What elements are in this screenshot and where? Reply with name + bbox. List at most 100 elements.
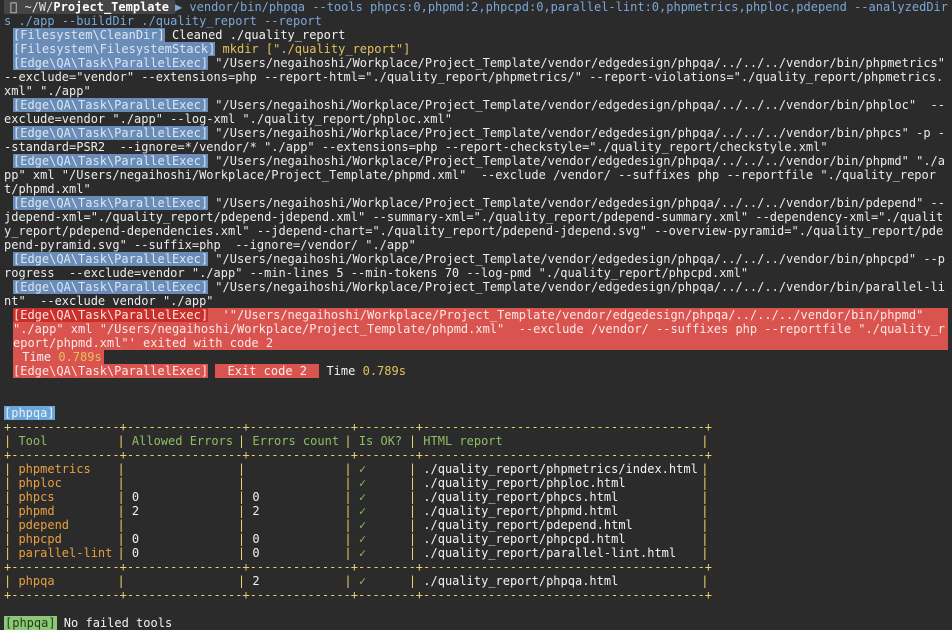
cell-html-report: ./quality_report/phploc.html	[423, 476, 626, 490]
column-separator: |	[4, 490, 19, 504]
footer-text: No failed tools	[56, 616, 173, 630]
header-errors-count: Errors count	[252, 434, 340, 448]
cell-html-report: ./quality_report/phpcpd.html	[423, 532, 626, 546]
column-separator: |	[408, 532, 424, 546]
error-tag: [Edge\QA\Task\ParallelExec]	[13, 308, 209, 322]
column-separator: |	[701, 476, 709, 490]
table-row: | phpcs | 0 | 0 | ✓ | ./quality_report/phpcs…	[4, 490, 948, 504]
column-separator: |	[4, 574, 19, 588]
time-value: 0.789s	[362, 364, 406, 378]
log-line: [Edge\QA\Task\ParallelExec] "/Users/nega…	[4, 154, 948, 196]
column-separator: |	[117, 434, 132, 448]
cell-html-report: ./quality_report/phpqa.html	[423, 574, 619, 588]
log-tag: [Edge\QA\Task\ParallelExec]	[13, 98, 209, 112]
table-row: | phpmd | 2 | 2 | ✓ | ./quality_report/phpmd…	[4, 504, 948, 518]
log-tag: [Edge\QA\Task\ParallelExec]	[13, 154, 209, 168]
log-line: [Filesystem\CleanDir] Cleaned ./quality_…	[4, 28, 948, 42]
table-body: | phpmetrics | | | ✓ | ./quality_report/ph…	[4, 462, 948, 560]
table-row: | pdepend | | | ✓ | ./quality_report/pdepe…	[4, 518, 948, 532]
table-border: +---------------+----------------+------…	[4, 448, 713, 462]
column-separator: |	[117, 532, 132, 546]
cell-html-report: ./quality_report/phpmetrics/index.html	[423, 462, 698, 476]
cell-errors-count: 2	[252, 504, 260, 518]
column-separator: |	[237, 518, 253, 532]
table-header-row: | Tool | Allowed Errors | Errors count | Is…	[4, 434, 709, 448]
command-prompt:  ~/W/Project_Template▶ vendor/bin/phpqa…	[4, 0, 948, 28]
header-is-ok: Is OK?	[358, 434, 403, 448]
log-line: [Edge\QA\Task\ParallelExec] "/Users/nega…	[4, 56, 948, 98]
error-time-box: Time 0.789s	[13, 350, 104, 364]
cell-errors-count: 0	[252, 490, 260, 504]
column-separator: |	[117, 476, 132, 490]
cell-is-ok: ✓	[358, 518, 367, 532]
log-tag: [Edge\QA\Task\ParallelExec]	[13, 126, 209, 140]
column-separator: |	[344, 476, 359, 490]
cell-errors-count: 0	[252, 546, 260, 560]
footer-line: [phpqa] No failed tools	[4, 616, 948, 630]
column-separator: |	[408, 518, 424, 532]
cell-is-ok: ✓	[358, 476, 367, 490]
column-separator: |	[408, 490, 424, 504]
column-separator: |	[237, 504, 253, 518]
column-separator: |	[4, 518, 19, 532]
column-separator: |	[701, 462, 709, 476]
table-border: +---------------+----------------+------…	[4, 420, 713, 434]
log-tag: [Filesystem\CleanDir]	[13, 28, 165, 42]
cell-allowed-errors: 0	[131, 490, 140, 504]
cell-is-ok: ✓	[358, 532, 367, 546]
apple-icon: 	[10, 0, 18, 14]
table-row: | phpcpd | 0 | 0 | ✓ | ./quality_report/phpc…	[4, 532, 948, 546]
phpqa-footer-tag: [phpqa]	[4, 616, 57, 630]
column-separator: |	[344, 546, 359, 560]
column-separator: |	[701, 574, 709, 588]
column-separator: |	[117, 462, 132, 476]
column-separator: |	[408, 546, 424, 560]
prompt-dir: Project_Template	[53, 0, 169, 14]
prompt-segment:  ~/W/Project_Template	[4, 0, 175, 14]
column-separator: |	[117, 518, 132, 532]
column-separator: |	[701, 546, 709, 560]
column-separator: |	[237, 462, 253, 476]
header-allowed-errors: Allowed Errors	[131, 434, 234, 448]
column-separator: |	[4, 462, 19, 476]
table-row: | phpmetrics | | | ✓ | ./quality_report/ph…	[4, 462, 948, 476]
column-separator: |	[408, 574, 424, 588]
column-separator: |	[344, 532, 359, 546]
log-line: [Edge\QA\Task\ParallelExec] "/Users/nega…	[4, 98, 948, 126]
cell-tool: phpmd	[18, 504, 55, 518]
log-tag: [Edge\QA\Task\ParallelExec]	[13, 252, 209, 266]
column-separator: |	[701, 532, 709, 546]
table-total-row: | phpqa | | 2 | ✓ | ./quality_report/phpqa.…	[4, 574, 948, 588]
cell-html-report: ./quality_report/phpmd.html	[423, 504, 619, 518]
column-separator: |	[117, 546, 132, 560]
cell-tool: phploc	[18, 476, 62, 490]
column-separator: |	[117, 574, 132, 588]
column-separator: |	[237, 574, 253, 588]
table-row: | parallel-lint | 0 | 0 | ✓ | ./quality_repo…	[4, 546, 948, 560]
log-tag: [Edge\QA\Task\ParallelExec]	[13, 196, 209, 210]
log-tag: [Filesystem\FilesystemStack]	[13, 42, 216, 56]
cell-is-ok: ✓	[358, 546, 367, 560]
cell-html-report: ./quality_report/phpcs.html	[423, 490, 619, 504]
prompt-path: ~/W/	[24, 0, 54, 14]
header-html-report: HTML report	[423, 434, 503, 448]
log-line: [Edge\QA\Task\ParallelExec] "/Users/nega…	[4, 252, 948, 280]
column-separator: |	[4, 476, 19, 490]
cell-html-report: ./quality_report/parallel-lint.html	[423, 546, 677, 560]
phpqa-tag: [phpqa]	[4, 406, 55, 420]
column-separator: |	[237, 476, 253, 490]
terminal-window[interactable]:  ~/W/Project_Template▶ vendor/bin/phpqa…	[0, 0, 952, 630]
cell-errors-count: 2	[252, 574, 260, 588]
log-tag: [Edge\QA\Task\ParallelExec]	[13, 56, 209, 70]
cell-is-ok: ✓	[358, 504, 367, 518]
cell-is-ok: ✓	[358, 462, 367, 476]
cell-allowed-errors: 0	[131, 532, 140, 546]
time-label: Time	[15, 350, 59, 364]
log-line: [Edge\QA\Task\ParallelExec] "/Users/nega…	[4, 196, 948, 252]
summary-table: +---------------+----------------+------…	[4, 420, 948, 602]
column-separator: |	[344, 574, 359, 588]
log-text: Cleaned ./quality_report	[164, 28, 346, 42]
